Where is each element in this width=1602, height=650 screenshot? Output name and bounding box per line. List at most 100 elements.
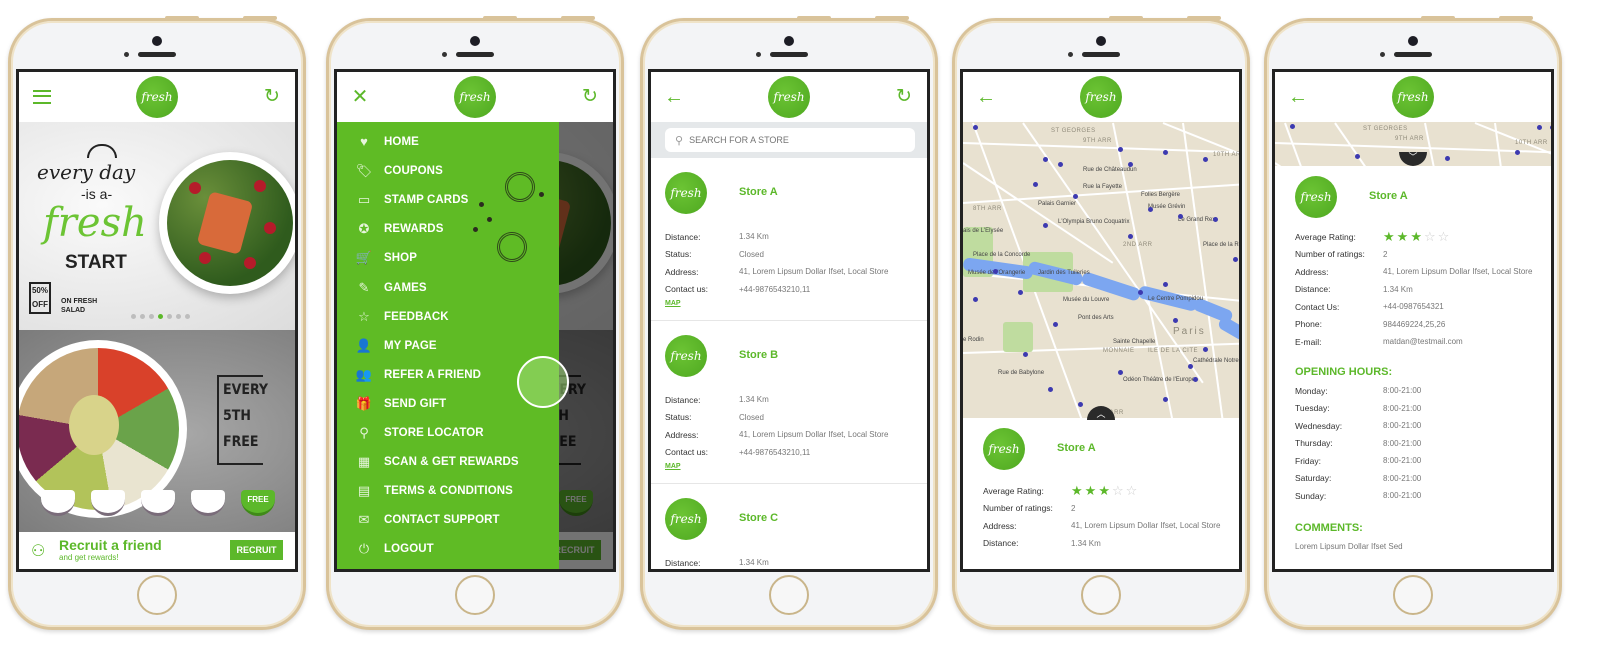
refer-icon: 👥 [355, 366, 373, 382]
menu-item-contact-support[interactable]: ✉ CONTACT SUPPORT [355, 509, 500, 531]
opening-hours-row: Sunday: 8:00-21:00 [1295, 487, 1421, 505]
map-label: 10TH ARR [1515, 140, 1548, 146]
info-value: Closed [739, 412, 764, 422]
opening-hours-row: Monday: 8:00-21:00 [1295, 382, 1421, 400]
back-arrow-icon[interactable]: ← [663, 86, 685, 108]
promo-banner-fresh-start[interactable]: every day -is a- fresh START 50% OFF ON … [19, 122, 295, 330]
menu-item-shop[interactable]: 🛒 SHOP [355, 247, 417, 269]
menu-item-coupons[interactable]: 🏷 COUPONS [355, 160, 443, 182]
refresh-icon[interactable]: ↻ [261, 86, 283, 108]
store-name[interactable]: Store A [739, 186, 778, 198]
promo-line: FREE [223, 434, 259, 450]
day-label: Friday: [1295, 455, 1321, 466]
metro-station-icon [1128, 162, 1133, 167]
menu-item-send-gift[interactable]: 🎁 SEND GIFT [355, 393, 446, 415]
carousel-dot[interactable] [185, 314, 190, 319]
menu-item-my-page[interactable]: 👤 MY PAGE [355, 335, 437, 357]
fresh-logo[interactable]: fresh [1080, 76, 1122, 118]
terms-icon: ▤ [357, 483, 371, 499]
back-arrow-icon[interactable]: ← [1287, 86, 1309, 108]
menu-item-label: SCAN & GET REWARDS [384, 456, 519, 469]
rating-stars: ★ ★ ★ ☆ ☆ [1071, 484, 1137, 497]
store-name[interactable]: Store A [1057, 442, 1096, 454]
carousel-dot[interactable] [140, 314, 145, 319]
back-arrow-icon[interactable]: ← [975, 86, 997, 108]
screen: ← fresh ↻ ⚲ fresh Store A Distance: 1.34 Km… [648, 69, 930, 572]
store-card[interactable]: fresh Store C Distance: 1.34 Km Status:Close… [651, 484, 927, 569]
menu-item-label: GAMES [384, 281, 427, 294]
menu-item-stamp-cards[interactable]: ▭ STAMP CARDS [355, 189, 468, 211]
close-icon[interactable]: ✕ [349, 86, 371, 108]
carousel-dot[interactable] [158, 314, 163, 319]
carousel-dot[interactable] [176, 314, 181, 319]
menu-item-store-locator[interactable]: ⚲ STORE LOCATOR [355, 422, 484, 444]
star-empty-icon: ☆ [1437, 229, 1450, 245]
store-name[interactable]: Store B [739, 349, 778, 361]
fresh-logo[interactable]: fresh [768, 76, 810, 118]
map-link[interactable]: MAP [665, 463, 681, 470]
metro-station-icon [1043, 157, 1048, 162]
carousel-dot[interactable] [149, 314, 154, 319]
hours-value: 8:00-21:00 [1383, 438, 1422, 448]
recruit-button[interactable]: RECRUIT [230, 540, 283, 560]
fresh-logo[interactable]: fresh [136, 76, 178, 118]
map-label: Palais Garnier [1038, 201, 1077, 207]
info-value: 1.34 Km [739, 232, 769, 242]
day-label: Monday: [1295, 385, 1328, 396]
metro-station-icon [1537, 125, 1542, 130]
info-row: Distance: 1.34 Km [983, 535, 1220, 553]
volume-button [1499, 16, 1533, 20]
store-card[interactable]: fresh Store B Distance: 1.34 Km Status: Close… [651, 321, 927, 484]
home-button[interactable] [137, 575, 177, 615]
store-name[interactable]: Store C [739, 512, 778, 524]
refresh-icon[interactable]: ↻ [579, 86, 601, 108]
store-search-input[interactable] [689, 135, 890, 145]
screen: fresh ↻ every day -is a- fresh START 50%… [16, 69, 298, 572]
map-view[interactable]: ST GEORGES9TH ARR10TH ARR8TH ARR2ND ARR6… [963, 122, 1239, 418]
info-value: 1.34 Km [739, 558, 769, 568]
info-value: +44-0987654321 [1383, 302, 1444, 312]
day-label: Wednesday: [1295, 420, 1343, 431]
menu-item-label: STAMP CARDS [384, 194, 469, 207]
hours-value: 8:00-21:00 [1383, 403, 1422, 413]
menu-item-games[interactable]: ✎ GAMES [355, 277, 427, 299]
offer-text: ON FRESH SALAD [61, 298, 98, 314]
hamburger-icon[interactable] [31, 86, 53, 108]
search-box[interactable]: ⚲ [665, 128, 915, 152]
menu-item-home[interactable]: ♥ HOME [355, 131, 419, 153]
home-button[interactable] [455, 575, 495, 615]
metro-station-icon [973, 125, 978, 130]
carousel-dot[interactable] [167, 314, 172, 319]
home-button[interactable] [1081, 575, 1121, 615]
carousel-dots[interactable] [131, 314, 190, 319]
menu-item-logout[interactable]: ⏻ LOGOUT [355, 538, 434, 560]
map-link[interactable]: MAP [665, 300, 681, 307]
menu-item-terms-conditions[interactable]: ▤ TERMS & CONDITIONS [355, 480, 513, 502]
home-button[interactable] [1393, 575, 1433, 615]
sensor [1068, 52, 1073, 57]
fresh-logo[interactable]: fresh [1392, 76, 1434, 118]
menu-item-label: FEEDBACK [384, 310, 449, 323]
hours-value: 8:00-21:00 [1383, 421, 1422, 431]
info-row: Average Rating: ★ ★ ★ ☆ ☆ [983, 482, 1220, 500]
menu-item-refer-a-friend[interactable]: 👥 REFER A FRIEND [355, 364, 481, 386]
home-button[interactable] [769, 575, 809, 615]
menu-item-label: LOGOUT [384, 543, 434, 556]
fresh-logo[interactable]: fresh [454, 76, 496, 118]
sensor [756, 52, 761, 57]
info-row: Number of ratings: 2 [983, 500, 1220, 518]
menu-item-label: SEND GIFT [384, 397, 447, 410]
menu-item-rewards[interactable]: ✪ REWARDS [355, 218, 444, 240]
refresh-icon[interactable]: ↻ [893, 86, 915, 108]
power-button [797, 16, 831, 20]
rewards-icon: ✪ [358, 221, 370, 237]
menu-item-feedback[interactable]: ☆ FEEDBACK [355, 306, 449, 328]
promo-banner-every-5th-free[interactable]: EVERY 5TH FREE FREE [19, 330, 295, 538]
gift-icon: 🎁 [355, 395, 373, 411]
info-label: Status: [665, 249, 692, 260]
menu-item-scan-get-rewards[interactable]: ▦ SCAN & GET REWARDS [355, 451, 519, 473]
info-value: Closed [739, 249, 764, 259]
store-card[interactable]: fresh Store A Distance: 1.34 Km Status: Close… [651, 158, 927, 321]
carousel-dot[interactable] [131, 314, 136, 319]
map-label: Musée Grévin [1148, 204, 1186, 210]
